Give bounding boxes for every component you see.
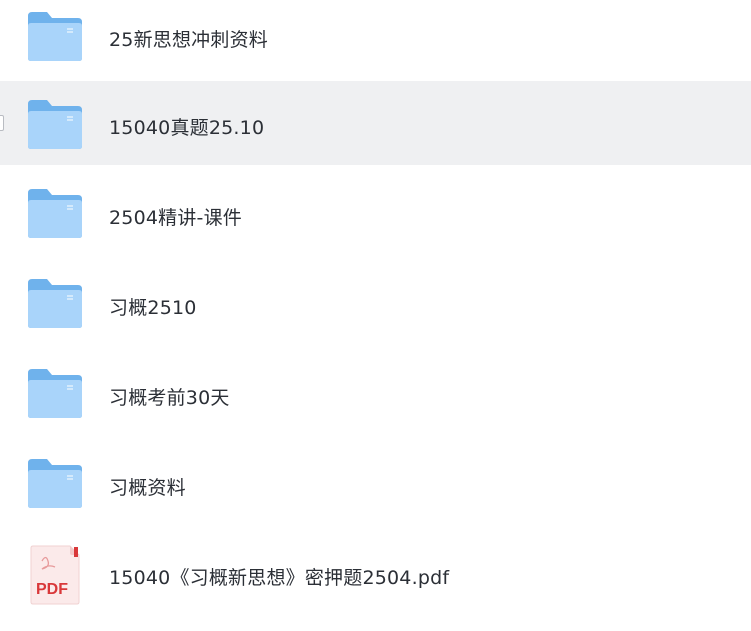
file-row-folder[interactable]: 15040真题25.10 [0,81,751,165]
file-name: 15040真题25.10 [109,117,265,139]
file-name: 习概考前30天 [109,387,230,409]
folder-icon [28,100,82,149]
file-row-folder[interactable]: 习概2510 [0,261,751,345]
row-checkbox[interactable] [0,115,4,131]
file-name: 习概2510 [109,297,197,319]
file-row-folder[interactable]: 习概资料 [0,441,751,525]
file-list: 25新思想冲刺资料 15040真题25.10 2504精讲-课件 习概2510 [0,0,751,631]
file-name: 习概资料 [109,477,186,499]
pdf-badge-text: PDF [36,581,68,598]
file-name: 25新思想冲刺资料 [109,29,268,51]
file-name: 2504精讲-课件 [109,207,243,229]
file-row-folder[interactable]: 25新思想冲刺资料 [0,0,751,78]
file-row-folder[interactable]: 习概考前30天 [0,351,751,435]
file-row-folder[interactable]: 2504精讲-课件 [0,171,751,255]
file-name: 15040《习概新思想》密押题2504.pdf [109,567,450,589]
folder-icon [28,459,82,508]
folder-icon [28,279,82,328]
folder-icon [28,12,82,61]
pdf-file-icon: PDF [30,545,80,605]
folder-icon [28,369,82,418]
file-row-pdf[interactable]: PDF 15040《习概新思想》密押题2504.pdf [0,531,751,615]
folder-icon [28,189,82,238]
